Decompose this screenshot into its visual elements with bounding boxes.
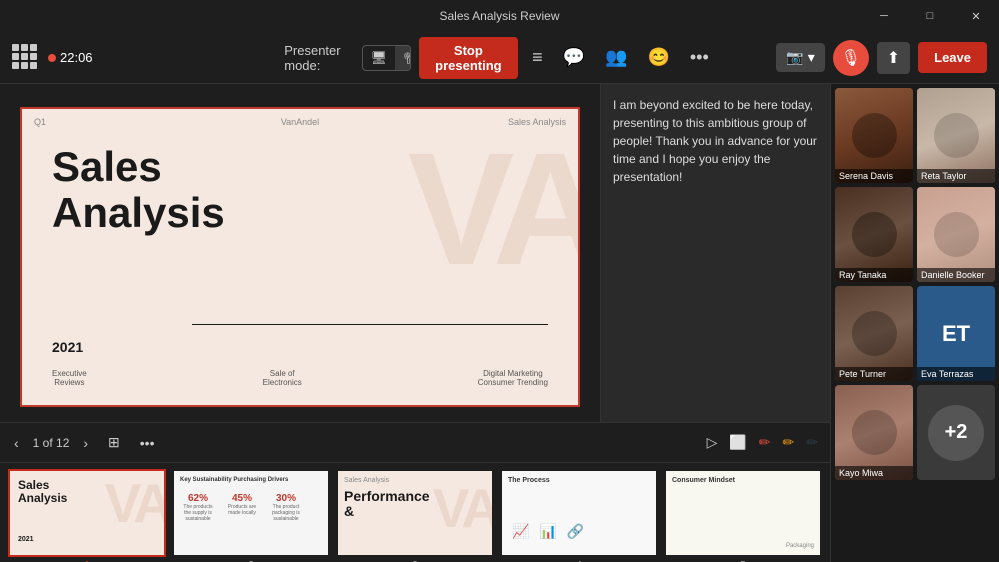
slide-controls: ‹ 1 of 12 › ⊞ ••• ▷ ⬜ ✏ ✏ ✏	[0, 422, 830, 462]
minimize-button[interactable]: ─	[861, 0, 907, 32]
slide-brand-label: VanAndel	[281, 117, 319, 127]
thumbnail-5[interactable]: Consumer Mindset Packaging 5	[664, 469, 822, 557]
notes-panel: I am beyond excited to be here today, pr…	[600, 84, 830, 422]
thumbnail-view-button[interactable]: ⊞	[102, 431, 126, 454]
slide-count: 1 of 12	[33, 436, 70, 450]
window-title: Sales Analysis Review	[439, 9, 559, 23]
toolbar-left: 22:06	[12, 44, 276, 72]
video-button[interactable]: 📷 ▾	[776, 43, 824, 72]
eraser-tool-button[interactable]: ⬜	[725, 432, 750, 453]
participant-tile-reta: Reta Taylor	[917, 88, 995, 183]
participant-name-eva: Eva Terrazas	[917, 367, 995, 381]
participant-name-kayo: Kayo Miwa	[835, 466, 913, 480]
slide-area: Q1 VanAndel Sales Analysis SalesAnalysis…	[0, 84, 830, 562]
process-icon-3: 🔗	[567, 523, 584, 540]
record-indicator	[48, 54, 56, 62]
participant-name-reta: Reta Taylor	[917, 169, 995, 183]
participant-tile-ray: Ray Tanaka	[835, 187, 913, 282]
slide-and-notes: Q1 VanAndel Sales Analysis SalesAnalysis…	[0, 84, 830, 422]
slide-bottom-labels: ExecutiveReviews Sale ofElectronics Digi…	[52, 369, 548, 387]
time-text: 22:06	[60, 50, 93, 65]
slide-more-button[interactable]: •••	[134, 432, 161, 454]
participant-name-pete: Pete Turner	[835, 367, 913, 381]
leave-button[interactable]: Leave	[918, 42, 987, 73]
next-slide-button[interactable]: ›	[77, 432, 94, 454]
apps-icon[interactable]	[12, 44, 40, 72]
annotation-tools: ▷ ⬜ ✏ ✏ ✏	[703, 432, 822, 453]
slide-q1-label: Q1	[34, 117, 46, 127]
title-bar: Sales Analysis Review ─ □ ✕	[0, 0, 999, 32]
window-controls: ─ □ ✕	[861, 0, 999, 32]
toolbar-right: 📷 ▾ 🎙 ⬆ Leave	[723, 40, 987, 76]
participants-panel: Serena Davis Reta Taylor Ray Tanaka	[830, 84, 999, 562]
close-button[interactable]: ✕	[953, 0, 999, 32]
people-button[interactable]: 👥	[599, 43, 633, 72]
slide-main: Q1 VanAndel Sales Analysis SalesAnalysis…	[0, 84, 600, 422]
prev-slide-button[interactable]: ‹	[8, 432, 25, 454]
presenter-mode-standout[interactable]: 📽	[395, 46, 410, 70]
current-slide: Q1 VanAndel Sales Analysis SalesAnalysis…	[20, 107, 580, 407]
reaction-button[interactable]: 😊	[641, 43, 675, 72]
slide-year: 2021	[52, 339, 83, 355]
pen3-button[interactable]: ✏	[802, 432, 822, 453]
slide-bottom-label-1: ExecutiveReviews	[52, 369, 87, 387]
toolbar: 22:06 Presenter mode: 🖥 📽 Stop presentin…	[0, 32, 999, 84]
process-icon-1: 📈	[512, 523, 529, 540]
notes-text: I am beyond excited to be here today, pr…	[613, 98, 817, 184]
participant-tile-danielle: Danielle Booker	[917, 187, 995, 282]
chat-button[interactable]: 💬	[557, 43, 591, 72]
thumbnail-4[interactable]: The Process 📈 📊 🔗 4	[500, 469, 658, 557]
pen1-button[interactable]: ✏	[755, 432, 775, 453]
participant-name-ray: Ray Tanaka	[835, 268, 913, 282]
slide-big-title: SalesAnalysis	[52, 144, 225, 236]
main-area: Q1 VanAndel Sales Analysis SalesAnalysis…	[0, 84, 999, 562]
participant-tile-serena: Serena Davis	[835, 88, 913, 183]
slide-watermark: VA	[408, 129, 580, 289]
time-display: 22:06	[48, 50, 93, 65]
maximize-button[interactable]: □	[907, 0, 953, 32]
participant-tile-eva: ET Eva Terrazas	[917, 286, 995, 381]
participant-tile-pete: Pete Turner	[835, 286, 913, 381]
slide-bottom-label-3: Digital MarketingConsumer Trending	[478, 369, 548, 387]
participant-grid: Serena Davis Reta Taylor Ray Tanaka	[835, 88, 995, 480]
presenter-mode-side-by-side[interactable]: 🖥	[363, 46, 396, 70]
thumbnail-1[interactable]: SalesAnalysis VA 2021 1	[8, 469, 166, 557]
participant-name-serena: Serena Davis	[835, 169, 913, 183]
slide-bottom-label-2: Sale ofElectronics	[263, 369, 302, 387]
mic-button[interactable]: 🎙	[833, 40, 869, 76]
pen2-button[interactable]: ✏	[779, 432, 799, 453]
thumbnail-3[interactable]: Sales Analysis Performance& VA 3	[336, 469, 494, 557]
participant-name-danielle: Danielle Booker	[917, 268, 995, 282]
process-icon-2: 📊	[539, 523, 556, 540]
more-button[interactable]: •••	[684, 43, 715, 72]
toolbar-center: Presenter mode: 🖥 📽 Stop presenting ≡ 💬 …	[284, 37, 715, 79]
presenter-mode-label: Presenter mode:	[284, 43, 353, 73]
participant-tile-more[interactable]: +2	[917, 385, 995, 480]
slide-divider-line	[192, 324, 548, 325]
stop-presenting-button[interactable]: Stop presenting	[419, 37, 518, 79]
participant-tile-kayo: Kayo Miwa	[835, 385, 913, 480]
menu-button[interactable]: ≡	[526, 43, 549, 72]
current-slide-wrapper: Q1 VanAndel Sales Analysis SalesAnalysis…	[8, 92, 592, 422]
pointer-tool-button[interactable]: ▷	[703, 432, 722, 453]
presenter-mode-buttons: 🖥 📽	[362, 45, 411, 71]
thumbnail-2[interactable]: Key Sustainability Purchasing Drivers 62…	[172, 469, 330, 557]
share-button[interactable]: ⬆	[877, 42, 910, 74]
thumbnail-strip: SalesAnalysis VA 2021 1 Key Sustainabili…	[0, 462, 830, 562]
